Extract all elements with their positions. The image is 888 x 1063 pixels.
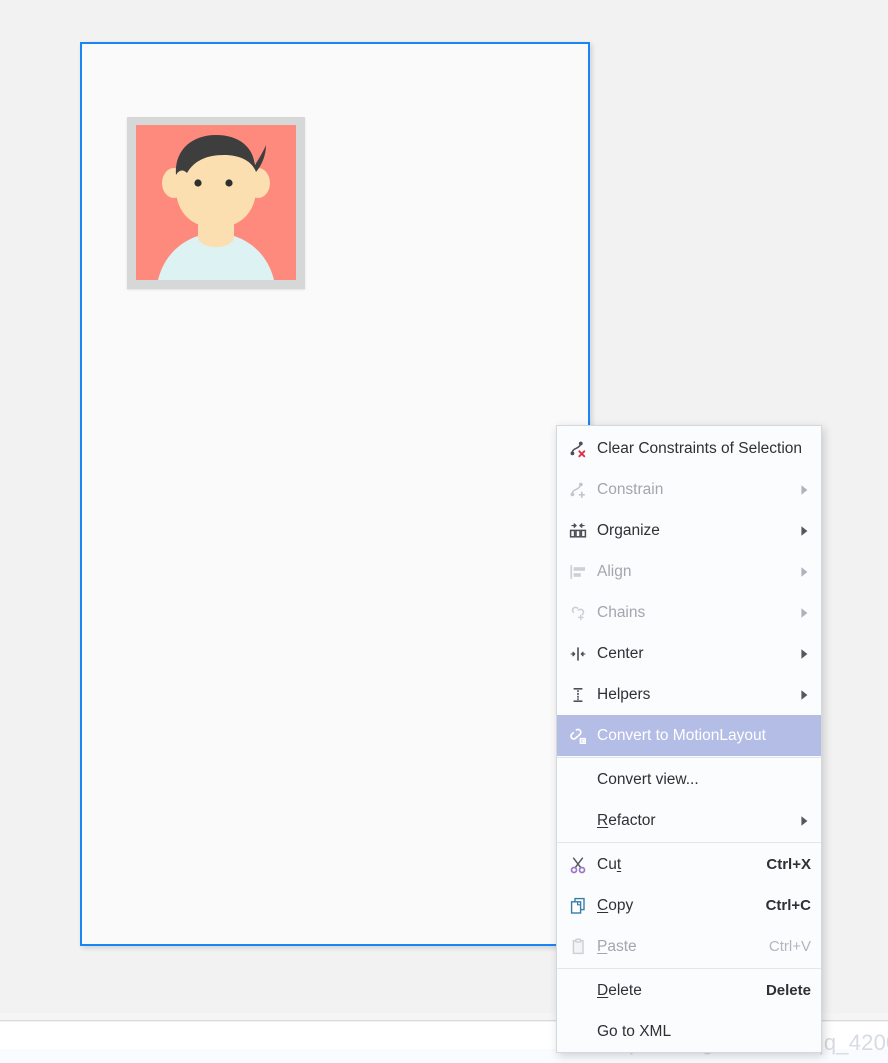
paste-icon [565,937,591,957]
helpers-icon [565,685,591,705]
menu-item-helpers[interactable]: Helpers [557,674,821,715]
menu-item-organize[interactable]: Organize [557,510,821,551]
menu-separator [557,968,821,969]
avatar-inner [136,125,296,280]
menu-item-label: Paste [597,937,637,955]
menu-item-icon-empty [565,1022,591,1042]
menu-item-label: Convert view... [597,770,699,788]
menu-item-label: Cut [597,855,622,873]
menu-item-cut[interactable]: Cut Ctrl+X [557,844,821,885]
menu-item-label: Helpers [597,685,651,703]
menu-item-paste: Paste Ctrl+V [557,926,821,967]
constrain-icon [565,480,591,500]
menu-item-label: Clear Constraints of Selection [597,439,803,457]
menu-item-constrain: Constrain [557,469,821,510]
chains-icon [565,603,591,623]
menu-item-chains: Chains [557,592,821,633]
cut-icon [565,855,591,875]
submenu-arrow-icon [797,815,811,827]
menu-item-shortcut: Delete [765,982,811,999]
context-menu[interactable]: Clear Constraints of Selection Constrain O… [556,425,822,1053]
submenu-arrow-icon [797,648,811,660]
menu-item-label: Chains [597,603,646,621]
submenu-arrow-icon [797,525,811,537]
menu-item-align: Align [557,551,821,592]
device-canvas-selected[interactable] [80,42,590,946]
submenu-arrow-icon [797,689,811,701]
submenu-arrow-icon [797,566,811,578]
copy-icon [565,896,591,916]
menu-item-label: Align [597,562,632,580]
menu-item-label: Convert to MotionLayout [597,726,766,744]
organize-icon [565,521,591,541]
menu-item-shortcut: Ctrl+V [768,938,811,955]
menu-item-label: Delete [597,981,642,999]
menu-item-icon-empty [565,770,591,790]
menu-item-refactor[interactable]: Refactor [557,800,821,841]
menu-item-center[interactable]: Center [557,633,821,674]
center-icon [565,644,591,664]
menu-item-label: Constrain [597,480,664,498]
align-icon [565,562,591,582]
avatar-artwork-icon [136,125,296,280]
menu-item-clear-constraints-of-selection[interactable]: Clear Constraints of Selection [557,428,821,469]
menu-item-icon-empty [565,981,591,1001]
submenu-arrow-icon [797,607,811,619]
submenu-arrow-icon [797,484,811,496]
menu-item-convert-view[interactable]: Convert view... [557,759,821,800]
clear-constraints-icon [565,439,591,459]
menu-item-icon-empty [565,811,591,831]
menu-item-go-to-xml[interactable]: Go to XML [557,1011,821,1052]
menu-item-delete[interactable]: Delete Delete [557,970,821,1011]
menu-separator [557,757,821,758]
menu-item-label: Organize [597,521,660,539]
menu-item-label: Copy [597,896,634,914]
menu-item-shortcut: Ctrl+C [765,897,811,914]
motionlayout-icon [565,726,591,746]
menu-item-label: Center [597,644,644,662]
menu-item-label: Go to XML [597,1022,672,1040]
menu-separator [557,842,821,843]
menu-item-convert-to-motionlayout[interactable]: Convert to MotionLayout [557,715,821,756]
menu-item-label: Refactor [597,811,656,829]
avatar[interactable] [127,117,305,289]
menu-item-copy[interactable]: Copy Ctrl+C [557,885,821,926]
menu-item-shortcut: Ctrl+X [766,856,811,873]
